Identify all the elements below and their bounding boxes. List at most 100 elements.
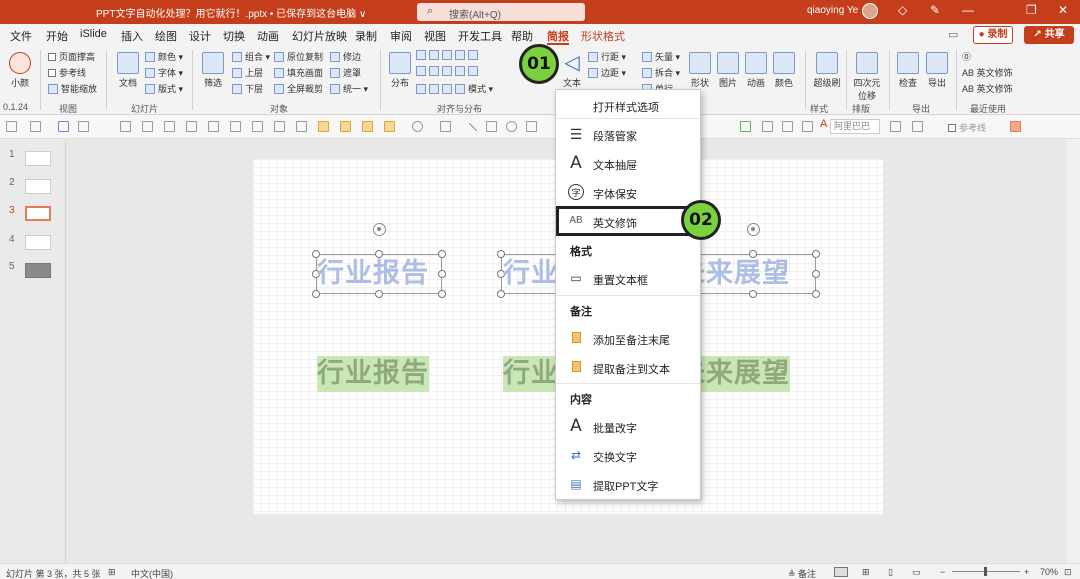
notes-button[interactable]: ≜ 备注 [788,567,816,579]
page-stretch-checkbox[interactable]: 页面撑高 [48,50,95,63]
tab-draw[interactable]: 绘图 [155,28,177,44]
align-middle-icon[interactable] [208,121,219,132]
guides-checkbox[interactable]: 参考线 [48,66,86,79]
menu-item-batch-replace[interactable]: A 批量改字 [556,413,700,439]
align-center-icon[interactable] [142,121,153,132]
tool-icon[interactable] [782,121,793,132]
align-top-icon[interactable] [186,121,197,132]
avatar[interactable] [862,3,878,19]
unify-button[interactable]: 统一 ▾ [330,82,368,95]
tool-icon[interactable] [802,121,813,132]
tab-islide[interactable]: iSlide [80,28,107,40]
tool-icon[interactable] [912,121,923,132]
color-palette-button[interactable]: 颜色 [768,52,800,89]
resize-handle[interactable] [812,270,820,278]
document-button[interactable]: 文档 [112,52,144,89]
tool-icon[interactable] [384,121,395,132]
vector-button[interactable]: 矢量 ▾ [642,50,680,63]
distribute-h-icon[interactable] [252,121,263,132]
resize-handle[interactable] [438,250,446,258]
slide-thumbnail-2[interactable] [25,179,51,194]
copy-in-place-button[interactable]: 原位复制 [274,50,323,63]
vertical-scrollbar[interactable] [1066,139,1080,563]
text-box-blue-2[interactable]: 行业 [503,256,559,292]
rotate-handle[interactable] [373,223,386,236]
ellipse-icon[interactable] [506,121,517,132]
document-title[interactable]: PPT文字自动化处理？用它就行！.pptx • 已保存到这台电脑 ∨ [96,5,366,20]
shape-circle-icon[interactable] [412,121,423,132]
undo-icon[interactable] [78,121,89,132]
tab-insert[interactable]: 插入 [121,28,143,44]
4d-move-button[interactable]: 四次元 位移 [848,52,886,102]
slide-thumbnail-4[interactable] [25,235,51,250]
fullscreen-crop-button[interactable]: 全屏裁剪 [274,82,323,95]
filter-button[interactable]: 筛选 [197,52,229,89]
margin-button[interactable]: 边距 ▾ [588,66,626,79]
fit-slide-icon[interactable]: ⊡ [1064,567,1072,578]
share-button[interactable]: ↗ 共享 [1024,26,1074,44]
resize-handle[interactable] [812,290,820,298]
small-eye-button[interactable]: 小颜 [4,52,36,89]
align-icons-row1[interactable] [416,50,481,60]
tab-jianbao[interactable]: 简报 [547,28,569,45]
fill-icon[interactable] [740,121,751,132]
rounded-rect-icon[interactable] [526,121,537,132]
rotate-handle[interactable] [747,223,760,236]
diamond-icon[interactable]: ◇ [898,3,907,17]
tab-record[interactable]: 录制 [355,28,377,44]
layout-button[interactable]: 版式 ▾ [145,82,183,95]
search-box[interactable]: ⌕ 搜索(Alt+Q) [417,3,585,21]
fill-screen-button[interactable]: 填充画面 [274,66,323,79]
slideshow-view-icon[interactable]: ▭ [912,567,921,578]
slide-thumbnail-3[interactable] [25,206,51,221]
menu-item-font-guard[interactable]: 字 字体保安 [556,179,700,205]
split-merge-button[interactable]: 拆合 ▾ [642,66,680,79]
resize-handle[interactable] [812,250,820,258]
align-right-icon[interactable] [164,121,175,132]
distribute-button[interactable]: 分布 [384,52,416,89]
menu-item-reset-textbox[interactable]: ▭ 重置文本框 [556,265,700,291]
pen-icon[interactable]: ✎ [930,3,940,17]
tool-icon[interactable] [1010,121,1021,132]
tab-design[interactable]: 设计 [189,28,211,44]
tool-icon[interactable] [6,121,17,132]
tool-icon[interactable] [30,121,41,132]
distribute-v-icon[interactable] [274,121,285,132]
tab-home[interactable]: 开始 [46,28,68,44]
close-icon[interactable]: ✕ [1058,3,1068,17]
user-name[interactable]: qiaoying Ye [807,5,858,16]
tool-icon[interactable] [762,121,773,132]
menu-item-paragraph-manager[interactable]: ☰ 段落管家 [556,121,700,147]
recent-english-deco-1[interactable]: AB 英文修饰 [962,66,1013,79]
regroup-icon[interactable] [362,121,373,132]
language[interactable]: 中文(中国) [131,567,173,579]
menu-item-english-decoration[interactable]: AB 英文修饰 [556,206,701,236]
normal-view-icon[interactable] [834,567,848,577]
group-icon[interactable] [318,121,329,132]
color-button[interactable]: 颜色 ▾ [145,50,183,63]
tab-developer[interactable]: 开发工具 [458,28,502,44]
text-box-green-1[interactable]: 行业报告 [317,356,429,392]
smart-zoom-button[interactable]: 智能缩放 [48,82,97,95]
zoom-slider-thumb[interactable] [984,567,987,576]
tab-animations[interactable]: 动画 [257,28,279,44]
align-icons-row2[interactable] [416,66,481,76]
accessibility-icon[interactable]: ⊞ [108,567,116,578]
zoom-out-icon[interactable]: − [940,567,945,577]
rect-icon[interactable] [486,121,497,132]
menu-item-text-drawer[interactable]: A 文本抽屉 [556,150,700,176]
text-box-green-2[interactable]: 行业 [503,356,559,392]
guides-toggle[interactable]: 参考线 [948,121,986,134]
tab-review[interactable]: 审阅 [390,28,412,44]
menu-item-extract-notes[interactable]: 提取备注到文本 [556,354,700,380]
resize-handle[interactable] [438,270,446,278]
tab-file[interactable]: 文件 [10,28,32,44]
group-button[interactable]: 组合 ▾ [232,50,270,63]
slide-thumbnail-5[interactable] [25,263,51,278]
tab-help[interactable]: 帮助 [511,28,533,44]
record-button[interactable]: ● 录制 [973,26,1013,44]
check-button[interactable]: 检查 [892,52,924,89]
font-button[interactable]: 字体 ▾ [145,66,183,79]
menu-item-open-style-options[interactable]: 打开样式选项 [556,92,700,118]
line-spacing-button[interactable]: 行距 ▾ [588,50,626,63]
